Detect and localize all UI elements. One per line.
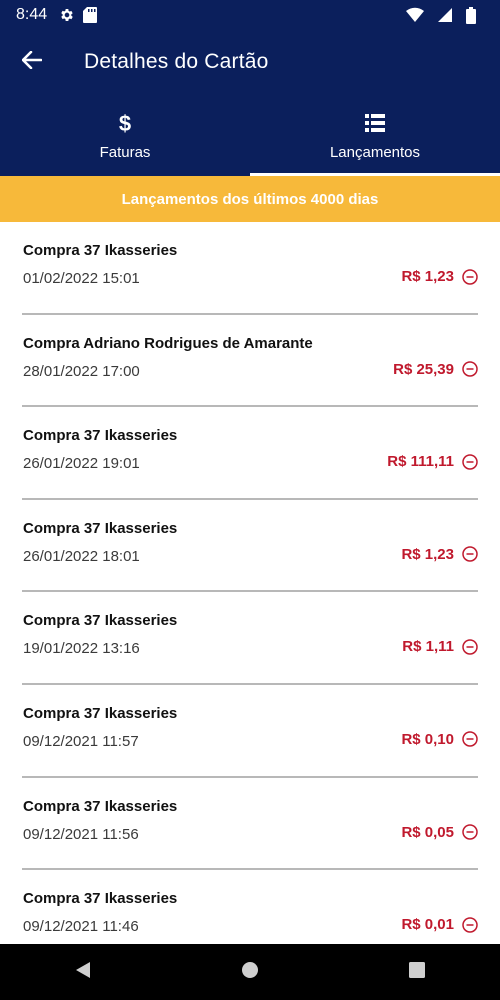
transaction-amount: R$ 0,10 [401,730,454,748]
transaction-amount: R$ 1,23 [401,268,454,285]
list-item[interactable]: Compra 37 Ikasseries 26/01/2022 19:01 R$… [22,407,478,500]
minus-circle-icon [462,361,478,377]
arrow-left-icon [21,50,43,74]
nav-home-button[interactable] [220,944,280,1000]
transactions-list[interactable]: Compra 37 Ikasseries 01/02/2022 15:01 R$… [0,222,500,944]
svg-text:$: $ [119,111,131,135]
tab-faturas[interactable]: $ Faturas [0,94,250,176]
transaction-description: Compra 37 Ikasseries [23,704,178,722]
sd-card-icon [83,7,98,23]
signal-icon [438,8,452,22]
wifi-icon [406,7,424,23]
app-bar: Detalhes do Cartão [0,30,500,94]
list-item[interactable]: Compra Adriano Rodrigues de Amarante 28/… [22,315,478,408]
recents-square-icon [408,961,425,983]
transaction-amount: R$ 111,11 [387,453,454,471]
tab-label: Faturas [99,143,151,161]
transaction-description: Compra 37 Ikasseries [23,890,178,908]
transaction-amount: R$ 1,11 [402,638,454,656]
page-title: Detalhes do Cartão [84,50,269,73]
back-button[interactable] [0,30,64,94]
transaction-datetime: 26/01/2022 18:01 [23,547,140,565]
transaction-amount: R$ 0,01 [401,916,454,934]
minus-circle-icon [462,546,478,563]
transaction-description: Compra 37 Ikasseries [23,519,178,537]
transaction-amount: R$ 1,23 [401,545,454,563]
transaction-amount: R$ 25,39 [393,360,454,378]
list-item[interactable]: Compra 37 Ikasseries 26/01/2022 18:01 R$… [22,500,478,593]
transaction-datetime: 09/12/2021 11:57 [23,732,139,750]
minus-circle-icon [462,916,478,933]
transaction-datetime: 26/01/2022 19:01 [23,455,140,473]
minus-circle-icon [462,268,478,285]
transaction-description: Compra 37 Ikasseries [23,427,178,445]
minus-circle-icon [462,824,478,840]
transaction-amount: R$ 0,05 [401,823,454,841]
nav-back-button[interactable] [53,944,113,1000]
settings-icon [59,7,75,23]
transaction-description: Compra Adriano Rodrigues de Amarante [23,334,313,352]
transaction-datetime: 19/01/2022 13:16 [23,640,140,658]
list-item[interactable]: Compra 37 Ikasseries 09/12/2021 11:56 R$… [22,778,478,871]
minus-circle-icon [462,453,478,470]
list-icon [365,110,385,136]
transaction-datetime: 09/12/2021 11:56 [23,825,139,843]
tab-bar: $ Faturas Lançamentos [0,94,500,176]
tab-label: Lançamentos [329,143,421,161]
minus-circle-icon [462,639,478,655]
transaction-description: Compra 37 Ikasseries [23,242,178,259]
status-bar: 8:44 [0,0,500,30]
transaction-description: Compra 37 Ikasseries [23,612,178,630]
transaction-datetime: 09/12/2021 11:46 [23,918,139,936]
nav-recents-button[interactable] [387,944,447,1000]
battery-icon [466,6,476,24]
list-item[interactable]: Compra 37 Ikasseries 19/01/2022 13:16 R$… [22,592,478,685]
transaction-datetime: 28/01/2022 17:00 [23,362,140,380]
dollar-icon: $ [118,110,132,136]
back-triangle-icon [74,961,92,984]
list-item[interactable]: Compra 37 Ikasseries 01/02/2022 15:01 R$… [22,222,478,315]
list-item[interactable]: Compra 37 Ikasseries 09/12/2021 11:57 R$… [22,685,478,778]
status-time: 8:44 [16,6,48,23]
transaction-datetime: 01/02/2022 15:01 [23,270,140,287]
tab-lancamentos[interactable]: Lançamentos [250,94,500,176]
minus-circle-icon [462,731,478,748]
transaction-description: Compra 37 Ikasseries [23,797,178,815]
system-nav-bar [0,944,500,1000]
list-item[interactable]: Compra 37 Ikasseries 09/12/2021 11:46 R$… [22,870,478,944]
period-banner: Lançamentos dos últimos 4000 dias [0,176,500,222]
home-circle-icon [241,961,259,984]
